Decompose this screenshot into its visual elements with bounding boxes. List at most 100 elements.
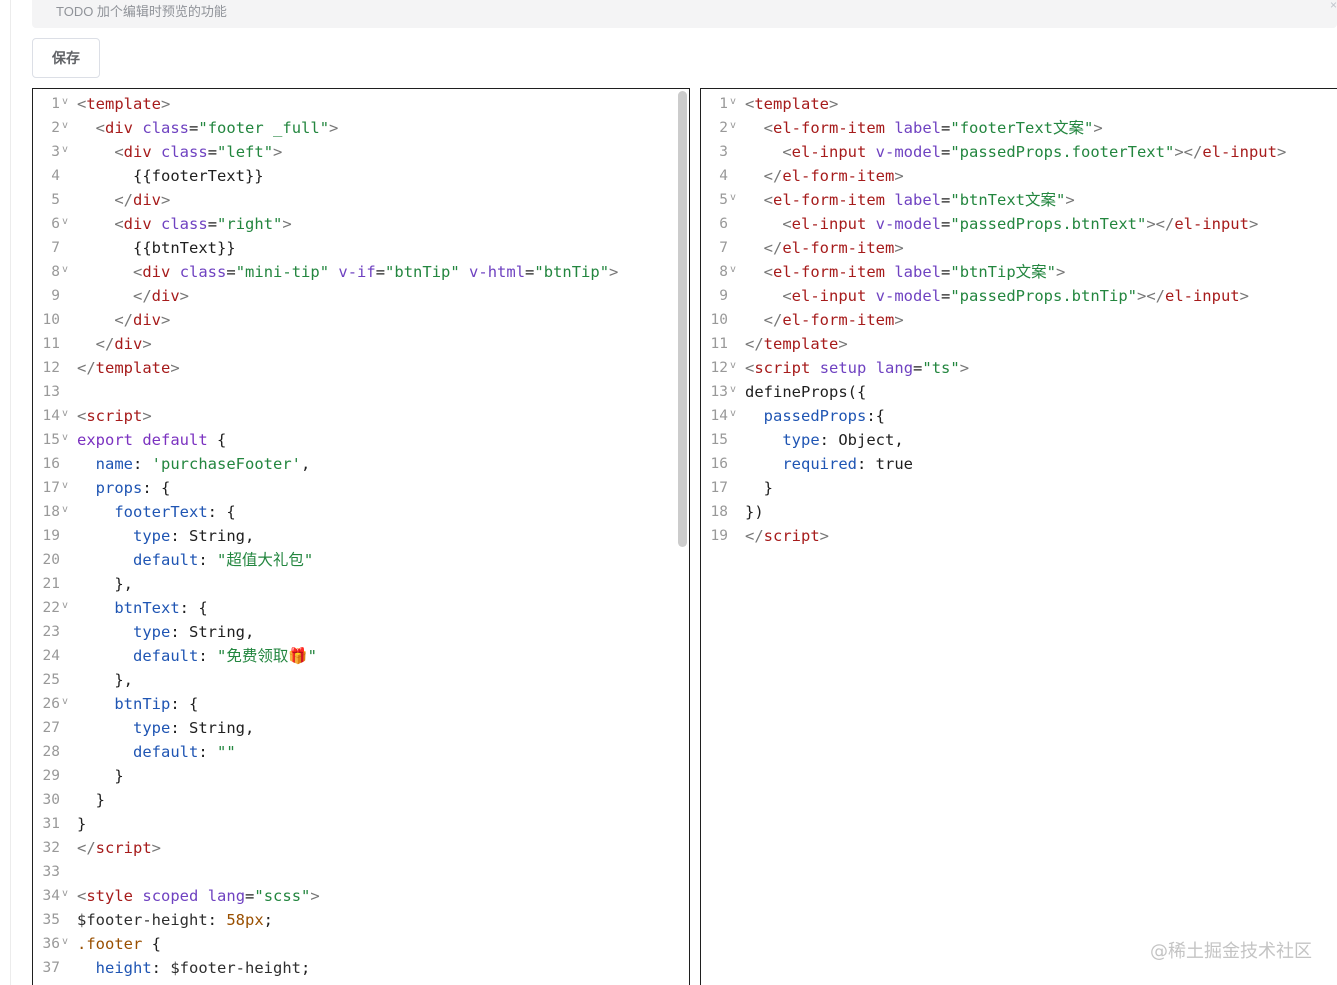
fold-arrow-icon[interactable]: v (62, 90, 70, 114)
code-text: <el-form-item label="footerText文案"> (745, 116, 1103, 140)
line-number: 9 (719, 288, 728, 304)
fold-arrow-icon[interactable]: v (730, 354, 738, 378)
code-text: default: "" (77, 740, 236, 764)
code-token: < (114, 143, 124, 161)
code-token: div (114, 335, 143, 353)
line-number: 14 (710, 408, 728, 424)
code-text: type: String, (77, 524, 254, 548)
fold-arrow-icon[interactable]: v (730, 378, 738, 402)
line-number: 20 (42, 552, 60, 568)
code-token: , (300, 455, 311, 473)
fold-arrow-icon[interactable]: v (62, 114, 70, 138)
line-number: 19 (42, 528, 60, 544)
code-token: < (782, 215, 792, 233)
line-number: 22 (42, 600, 60, 616)
code-token: el-input (1202, 143, 1277, 161)
fold-arrow-icon[interactable]: v (62, 402, 70, 426)
fold-arrow-icon[interactable]: v (62, 690, 70, 714)
code-token: }) (745, 503, 764, 521)
fold-arrow-icon[interactable]: v (62, 426, 70, 450)
code-token: = (941, 143, 951, 161)
line-number: 35 (42, 912, 60, 928)
fold-arrow-icon[interactable]: v (62, 594, 70, 618)
code-token: < (763, 191, 774, 209)
code-token: class (179, 263, 227, 281)
code-token: v-model (875, 215, 941, 233)
fold-arrow-icon[interactable]: v (730, 186, 738, 210)
fold-arrow-icon[interactable]: v (62, 258, 70, 282)
code-token: "btnTip文案" (950, 263, 1057, 281)
fold-arrow-icon[interactable]: v (730, 258, 738, 282)
code-text: </template> (745, 332, 848, 356)
line-number: 15 (42, 432, 60, 448)
code-token: < (782, 287, 792, 305)
code-token: > (894, 311, 904, 329)
code-text: <el-form-item label="btnTip文案"> (745, 260, 1066, 284)
code-token: ; (301, 959, 311, 977)
fold-arrow-icon[interactable]: v (62, 138, 70, 162)
fold-arrow-icon[interactable]: v (62, 882, 70, 906)
save-button[interactable]: 保存 (32, 38, 100, 78)
fold-arrow-icon[interactable]: v (62, 210, 70, 234)
code-token: > (161, 95, 171, 113)
code-editor-right[interactable]: 1 v <template> 2 v <el-form-item label="foot… (700, 88, 1337, 985)
code-text: </div> (77, 188, 170, 212)
vertical-scrollbar[interactable] (678, 91, 687, 547)
code-token: < (77, 887, 87, 905)
line-number: 26 (42, 696, 60, 712)
code-token: : (207, 911, 227, 929)
fold-arrow-icon[interactable]: v (730, 90, 738, 114)
code-text: <style scoped lang="scss"> (77, 884, 320, 908)
code-token: String (189, 527, 245, 545)
code-editor-left[interactable]: 1 v <template> 2 v <div class="footer _full"… (32, 88, 690, 985)
code-token: type (133, 527, 171, 545)
code-token: "passedProps.btnTip" (950, 287, 1137, 305)
line-number: 23 (42, 624, 60, 640)
line-number: 36 (42, 936, 60, 952)
code-token: </ (114, 191, 133, 209)
code-token: : { (142, 479, 171, 497)
code-token: , (245, 719, 255, 737)
code-text: export default { (77, 428, 226, 452)
close-icon[interactable]: × (1330, 0, 1337, 12)
code-text: btnTip: { (77, 692, 198, 716)
code-text: <div class="mini-tip" v-if="btnTip" v-ht… (77, 260, 618, 284)
code-token: } (745, 479, 773, 497)
line-number: 6 (51, 216, 60, 232)
code-token: = (941, 215, 951, 233)
code-token: </ (745, 335, 764, 353)
code-token: = (941, 191, 951, 209)
code-text: btnText: { (77, 596, 207, 620)
fold-arrow-icon[interactable]: v (730, 114, 738, 138)
code-token: > (142, 335, 152, 353)
code-token: > (1276, 143, 1287, 161)
line-number: 3 (51, 144, 60, 160)
code-token: , (245, 623, 255, 641)
code-token: div (142, 263, 171, 281)
fold-arrow-icon[interactable]: v (62, 474, 70, 498)
line-number: 1 (51, 96, 60, 112)
code-token: > (1093, 119, 1103, 137)
code-token: label (894, 119, 942, 137)
code-token: : (151, 959, 171, 977)
code-token: "passedProps.btnText" (950, 215, 1147, 233)
code-token: $footer-height (77, 911, 208, 929)
fold-arrow-icon[interactable]: v (62, 930, 70, 954)
code-token: div (151, 287, 180, 305)
fold-arrow-icon[interactable]: v (62, 498, 70, 522)
fold-arrow-icon[interactable]: v (730, 402, 738, 426)
code-token: el-input (791, 287, 867, 305)
code-text: <script> (77, 404, 152, 428)
code-token: : { (207, 503, 236, 521)
code-token: > (329, 119, 339, 137)
code-token: .footer (77, 935, 143, 953)
code-text: <template> (77, 92, 170, 116)
